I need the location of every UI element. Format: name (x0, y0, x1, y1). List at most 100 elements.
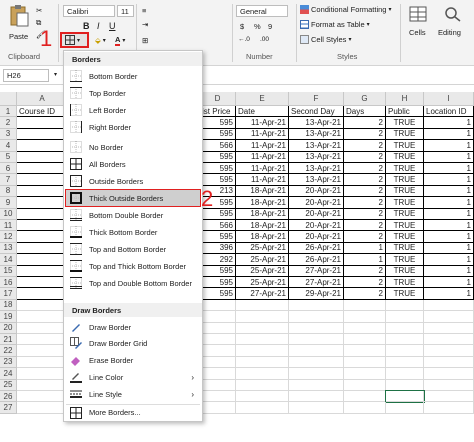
table-cell[interactable] (289, 402, 344, 414)
table-cell[interactable]: 20-Apr-21 (289, 185, 344, 198)
menu-item-top-thick-bottom-border[interactable]: Top and Thick Bottom Border (66, 258, 200, 274)
table-cell[interactable]: Course ID (17, 106, 68, 118)
merge-icon[interactable]: ⊞ (142, 36, 148, 45)
menu-item-bottom-border[interactable]: Bottom Border (66, 68, 200, 84)
table-cell[interactable] (200, 379, 236, 391)
row-header[interactable]: 15 (0, 265, 17, 277)
table-cell[interactable]: 25-Apr-21 (236, 242, 289, 255)
table-cell[interactable] (344, 345, 386, 357)
table-cell[interactable] (424, 402, 474, 414)
table-cell[interactable]: 595 (200, 231, 236, 243)
table-cell[interactable] (344, 299, 386, 312)
table-cell[interactable] (200, 345, 236, 357)
table-cell[interactable] (17, 140, 68, 152)
table-cell[interactable] (344, 334, 386, 346)
table-cell[interactable] (17, 174, 68, 186)
cells-button[interactable]: Cells (405, 6, 431, 46)
table-cell[interactable]: 595 (200, 265, 236, 277)
row-header[interactable]: 25 (0, 379, 17, 391)
table-cell[interactable]: 13-Apr-21 (289, 128, 344, 141)
table-cell[interactable] (236, 322, 289, 334)
menu-item-outside-borders[interactable]: Outside Borders (66, 173, 200, 189)
menu-item-left-border[interactable]: Left Border (66, 102, 200, 118)
cell-styles-button[interactable]: Cell Styles ▾ (300, 35, 351, 44)
table-cell[interactable] (200, 402, 236, 414)
table-cell[interactable] (200, 368, 236, 380)
table-cell[interactable]: 2 (344, 117, 386, 129)
table-cell[interactable]: Public (386, 106, 424, 118)
table-cell[interactable]: 25-Apr-21 (236, 277, 289, 289)
table-cell[interactable] (424, 311, 474, 323)
table-cell[interactable]: 18-Apr-21 (236, 220, 289, 232)
menu-item-line-color[interactable]: Line Color › (66, 369, 200, 385)
row-header[interactable]: 19 (0, 311, 17, 323)
table-cell[interactable]: 2 (344, 220, 386, 232)
table-cell[interactable] (17, 277, 68, 289)
menu-item-no-border[interactable]: No Border (66, 139, 200, 155)
column-header-d[interactable]: D (200, 92, 236, 106)
active-cell[interactable] (385, 389, 425, 404)
table-cell[interactable] (200, 311, 236, 323)
bold-button[interactable]: B (83, 21, 90, 31)
table-cell[interactable] (17, 311, 68, 323)
table-cell[interactable]: 2 (344, 128, 386, 141)
table-cell[interactable] (424, 299, 474, 312)
row-header[interactable]: 23 (0, 356, 17, 369)
align-icon[interactable]: ≡ (142, 6, 146, 15)
table-cell[interactable] (424, 368, 474, 380)
row-header[interactable]: 2 (0, 117, 17, 129)
table-cell[interactable] (344, 402, 386, 414)
table-cell[interactable]: 595 (200, 117, 236, 129)
table-cell[interactable] (424, 322, 474, 334)
menu-item-all-borders[interactable]: All Borders (66, 156, 200, 172)
table-cell[interactable]: 18-Apr-21 (236, 185, 289, 198)
row-header[interactable]: 13 (0, 242, 17, 255)
table-cell[interactable] (236, 334, 289, 346)
table-cell[interactable]: 1 (424, 197, 474, 209)
editing-button[interactable]: Editing (436, 6, 470, 46)
row-header[interactable]: 12 (0, 231, 17, 243)
table-cell[interactable]: 595 (200, 163, 236, 175)
table-cell[interactable] (289, 368, 344, 380)
row-header[interactable]: 26 (0, 391, 17, 403)
table-cell[interactable]: 595 (200, 128, 236, 141)
table-cell[interactable] (17, 356, 68, 369)
row-header[interactable]: 5 (0, 151, 17, 163)
table-cell[interactable] (17, 254, 68, 266)
row-header[interactable]: 9 (0, 197, 17, 209)
decrease-decimal-button[interactable]: .00 (260, 36, 269, 43)
table-cell[interactable]: 1 (424, 242, 474, 255)
table-cell[interactable]: 2 (344, 197, 386, 209)
row-header[interactable]: 20 (0, 322, 17, 334)
table-cell[interactable] (17, 368, 68, 380)
table-cell[interactable] (386, 311, 424, 323)
table-cell[interactable]: 2 (344, 151, 386, 163)
row-header[interactable]: 16 (0, 277, 17, 289)
table-cell[interactable]: TRUE (386, 242, 424, 255)
table-cell[interactable] (424, 345, 474, 357)
table-cell[interactable] (17, 379, 68, 391)
table-cell[interactable]: 20-Apr-21 (289, 208, 344, 220)
table-cell[interactable]: 2 (344, 265, 386, 277)
name-box[interactable]: H26 (3, 69, 49, 82)
table-cell[interactable]: TRUE (386, 254, 424, 266)
menu-item-top-double-bottom-border[interactable]: Top and Double Bottom Border (66, 275, 200, 291)
table-cell[interactable] (386, 356, 424, 369)
table-cell[interactable]: 29-Apr-21 (289, 288, 344, 300)
table-cell[interactable]: 1 (424, 163, 474, 175)
row-header[interactable]: 18 (0, 299, 17, 312)
menu-item-right-border[interactable]: Right Border (66, 119, 200, 135)
row-header[interactable]: 14 (0, 254, 17, 266)
conditional-formatting-button[interactable]: Conditional Formatting ▾ (300, 5, 391, 14)
row-header[interactable]: 21 (0, 334, 17, 346)
underline-button[interactable]: U (109, 21, 116, 31)
table-cell[interactable]: ist Price (200, 106, 236, 118)
table-cell[interactable]: 1 (424, 140, 474, 152)
number-format-select[interactable]: General (236, 5, 288, 17)
table-cell[interactable] (200, 322, 236, 334)
table-cell[interactable] (386, 334, 424, 346)
table-cell[interactable] (386, 402, 424, 414)
table-cell[interactable] (344, 368, 386, 380)
font-size-select[interactable]: 11 (117, 5, 134, 17)
table-cell[interactable] (236, 391, 289, 403)
